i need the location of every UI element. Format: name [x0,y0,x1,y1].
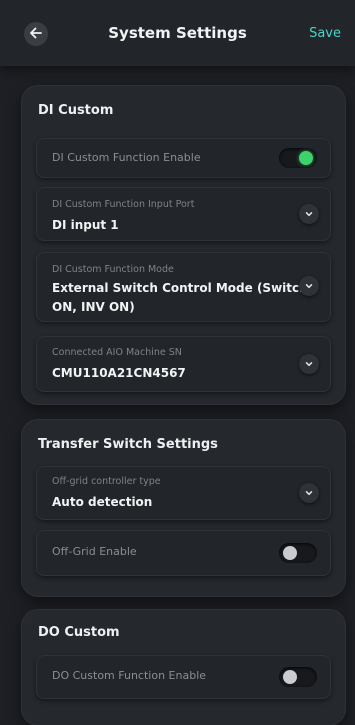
controller-type-label: Off-grid controller type [52,476,161,487]
do-custom-card: DO Custom DO Custom Function Enable [22,610,345,725]
page-title: System Settings [108,24,247,42]
di-custom-enable-row: DI Custom Function Enable [36,138,331,178]
off-grid-enable-toggle[interactable] [279,543,317,563]
aio-sn-select[interactable]: Connected AIO Machine SN CMU110A21CN4567 [36,336,331,392]
di-custom-title: DI Custom [38,103,114,118]
chevron-down-icon[interactable] [299,483,319,503]
di-mode-select[interactable]: DI Custom Function Mode External Switch … [36,252,331,322]
chevron-down-icon[interactable] [299,204,319,224]
di-mode-value: External Switch Control Mode (Switch ON,… [52,281,308,314]
chevron-down-icon[interactable] [299,276,319,296]
di-custom-card: DI Custom DI Custom Function Enable DI C… [22,86,345,404]
save-button[interactable]: Save [309,26,341,41]
di-input-port-value: DI input 1 [52,218,119,232]
transfer-switch-card: Transfer Switch Settings Off-grid contro… [22,420,345,596]
chevron-down-icon[interactable] [299,354,319,374]
off-grid-enable-row: Off-Grid Enable [36,530,331,576]
aio-sn-label: Connected AIO Machine SN [52,347,182,358]
header-bar: System Settings Save [0,0,355,66]
controller-type-value: Auto detection [52,495,153,509]
di-custom-enable-label: DI Custom Function Enable [52,151,201,164]
di-input-port-label: DI Custom Function Input Port [52,199,195,210]
controller-type-select[interactable]: Off-grid controller type Auto detection [36,466,331,520]
off-grid-enable-label: Off-Grid Enable [52,545,137,558]
do-custom-enable-label: DO Custom Function Enable [52,669,207,682]
toggle-knob [299,151,313,165]
aio-sn-value: CMU110A21CN4567 [52,366,186,380]
transfer-switch-title: Transfer Switch Settings [38,437,218,452]
do-custom-enable-row: DO Custom Function Enable [36,655,331,699]
toggle-knob [283,670,297,684]
do-custom-title: DO Custom [38,625,120,640]
di-mode-label: DI Custom Function Mode [52,264,174,275]
do-custom-enable-toggle[interactable] [279,667,317,687]
toggle-knob [283,546,297,560]
di-input-port-select[interactable]: DI Custom Function Input Port DI input 1 [36,187,331,241]
di-custom-enable-toggle[interactable] [279,148,317,168]
